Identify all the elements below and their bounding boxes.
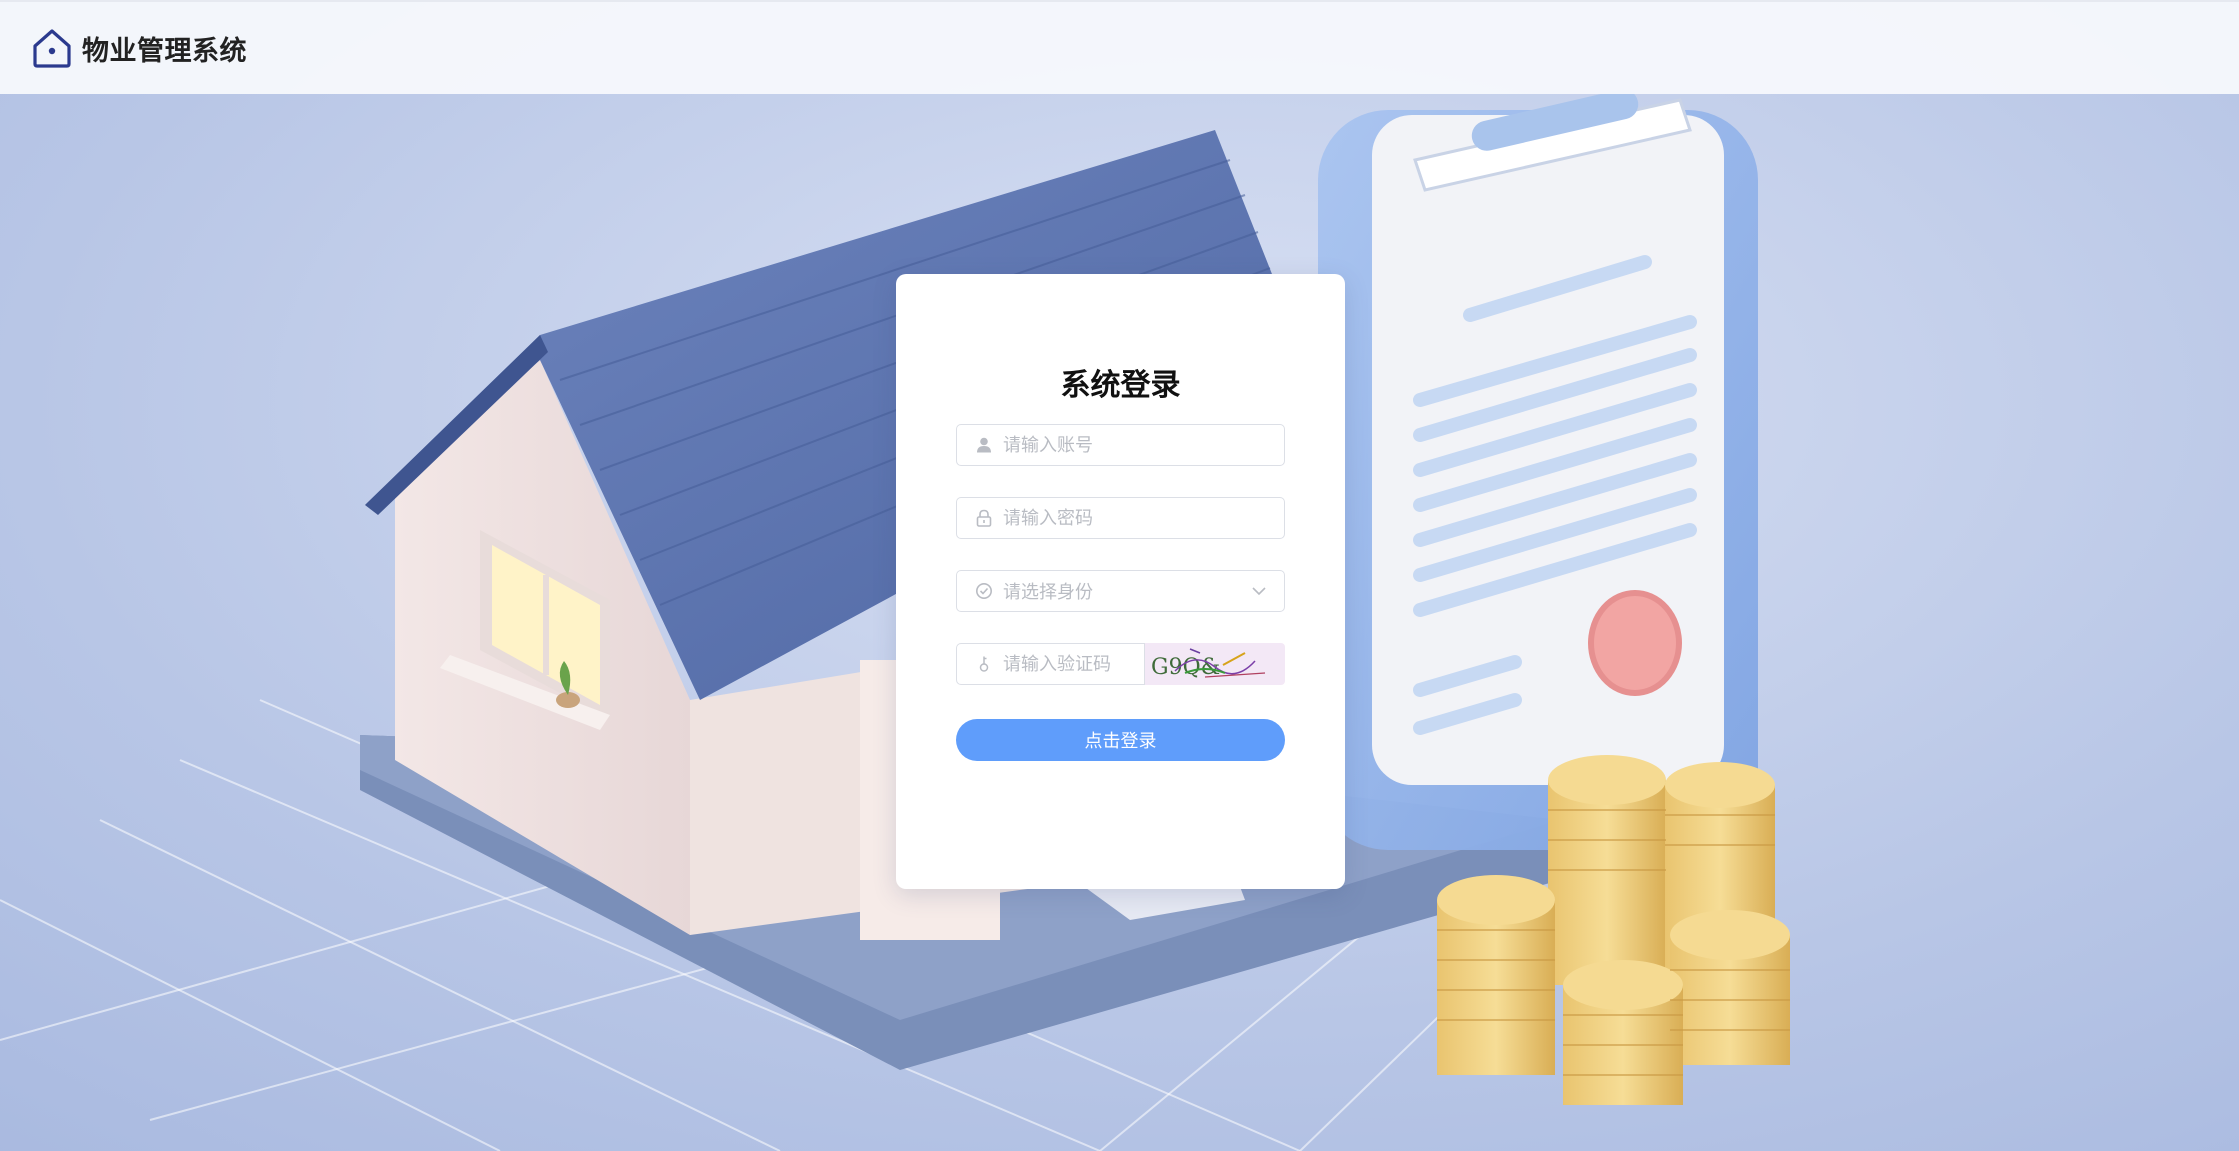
top-header: 物业管理系统 — [0, 0, 2239, 94]
login-card: 系统登录 请选择身份 — [896, 274, 1345, 889]
captcha-field[interactable] — [956, 643, 1145, 685]
key-icon — [979, 656, 989, 672]
clipboard-illustration — [1318, 89, 1758, 850]
check-circle-icon — [976, 583, 992, 599]
captcha-input[interactable] — [1003, 653, 1144, 675]
account-input[interactable] — [1003, 434, 1284, 456]
chevron-down-icon[interactable] — [1250, 582, 1268, 600]
login-title: 系统登录 — [1060, 368, 1181, 403]
captcha-image[interactable]: G9Q& — [1145, 643, 1285, 685]
account-field[interactable] — [956, 424, 1285, 466]
login-button[interactable]: 点击登录 — [956, 719, 1285, 761]
role-select-placeholder: 请选择身份 — [1003, 582, 1093, 603]
password-input[interactable] — [1003, 507, 1284, 529]
role-select[interactable]: 请选择身份 — [956, 570, 1285, 612]
lock-icon — [976, 509, 992, 527]
user-icon — [977, 437, 991, 453]
password-field[interactable] — [956, 497, 1285, 539]
house-icon — [33, 29, 71, 68]
app-title: 物业管理系统 — [82, 35, 247, 67]
